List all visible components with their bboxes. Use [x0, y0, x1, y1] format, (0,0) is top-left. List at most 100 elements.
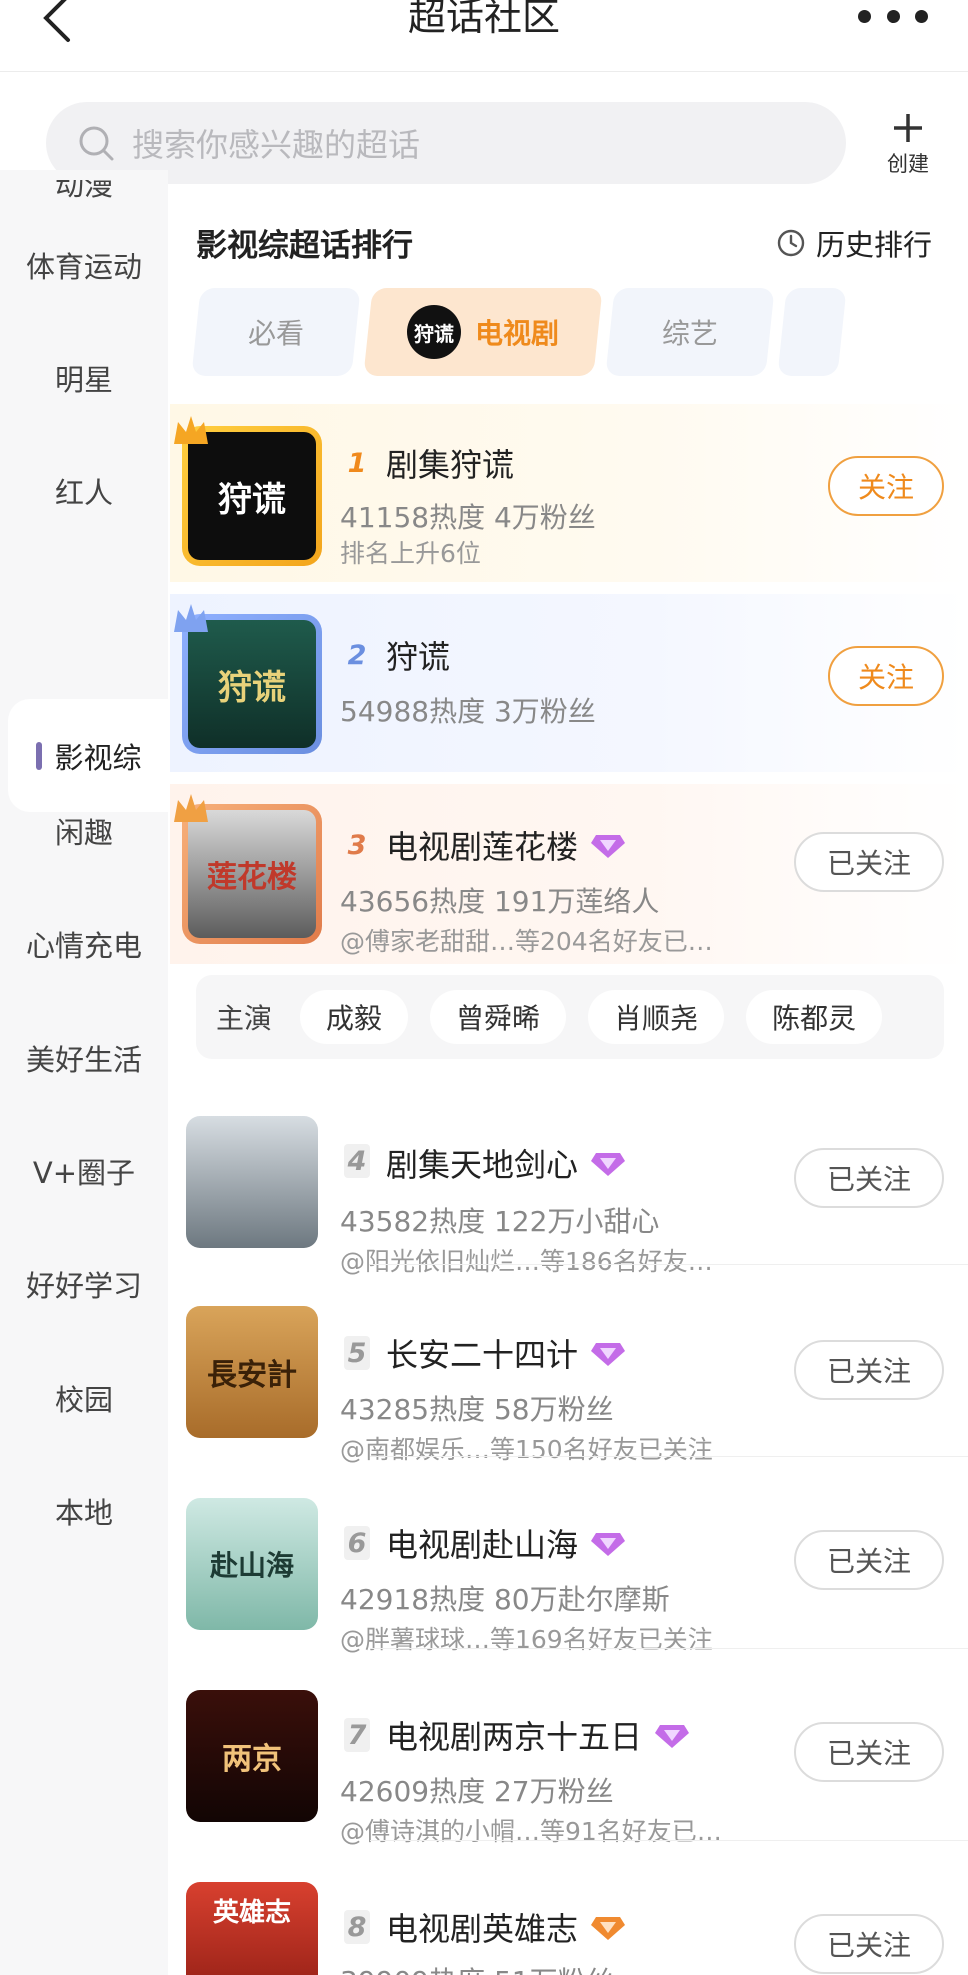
sidebar-item-mood[interactable]: 心情充电	[0, 923, 168, 965]
sidebar-item-vplus[interactable]: V+圈子	[0, 1150, 168, 1192]
sidebar-item-anime[interactable]: 动漫	[0, 180, 168, 214]
clock-icon	[777, 229, 805, 257]
create-label: 创建	[887, 152, 929, 176]
sidebar-item-study[interactable]: 好好学习	[0, 1263, 168, 1305]
sidebar-item-influencers[interactable]: 红人	[0, 470, 168, 512]
sidebar-active-wrap: 影视综	[0, 699, 170, 812]
follow-button[interactable]: 关注	[828, 646, 944, 706]
ranking-row-1[interactable]: 狩谎 1 剧集狩谎 41158热度 4万粉丝 排名上升6位 关注	[170, 404, 968, 582]
tab-more[interactable]	[777, 288, 847, 376]
topic-subtext: @阳光依旧灿烂…等186名好友…	[340, 1247, 713, 1276]
rank-number: 7	[344, 1718, 370, 1752]
active-indicator	[36, 741, 43, 770]
history-ranking-button[interactable]: 历史排行	[776, 222, 932, 264]
rank-number: 2	[347, 639, 367, 671]
cast-chip[interactable]: 陈都灵	[746, 990, 883, 1044]
topic-name: 狩谎	[386, 638, 451, 676]
ranking-panel: 影视综超话排行 历史排行 必看 狩谎 电视剧 综艺 狩谎 1 剧集狩谎 4115…	[170, 192, 968, 1975]
diamond-badge-icon	[591, 835, 626, 858]
topic-subtext: @胖薯球球…等169名好友已关注	[340, 1625, 713, 1654]
rank-number: 8	[344, 1910, 370, 1944]
follow-button[interactable]: 关注	[828, 456, 944, 516]
topic-subtext: @傅家老甜甜…等204名好友已…	[340, 927, 713, 956]
topic-name: 电视剧赴山海	[386, 1526, 579, 1564]
cover-image: 長安計	[186, 1306, 318, 1438]
cast-chip[interactable]: 曾舜晞	[430, 990, 567, 1044]
sidebar-item-leisure[interactable]: 闲趣	[0, 810, 168, 852]
crown-icon	[174, 794, 208, 822]
cast-bar: 主演 成毅 曾舜晞 肖顺尧 陈都灵	[196, 975, 944, 1059]
sidebar-item-stars[interactable]: 明星	[0, 357, 168, 399]
sidebar-item-campus[interactable]: 校园	[0, 1377, 168, 1419]
ranking-row-2[interactable]: 狩谎 2 狩谎 54988热度 3万粉丝 关注	[170, 594, 968, 772]
rank-number: 3	[347, 829, 367, 861]
diamond-badge-icon	[591, 1153, 626, 1176]
cast-label: 主演	[216, 1002, 273, 1035]
cast-chip[interactable]: 成毅	[300, 990, 409, 1044]
ranking-row-5[interactable]: 長安計 5 长安二十四计 43285热度 58万粉丝 @南都娱乐…等150名好友…	[170, 1296, 968, 1476]
diamond-badge-icon	[591, 1343, 626, 1366]
followed-button[interactable]: 已关注	[794, 832, 944, 892]
followed-button[interactable]: 已关注	[794, 1530, 944, 1590]
topic-subtext: @南都娱乐…等150名好友已关注	[340, 1435, 713, 1464]
ranking-row-7[interactable]: 两京 7 电视剧两京十五日 42609热度 27万粉丝 @傅诗淇的小帽…等91名…	[170, 1680, 968, 1860]
topic-name: 电视剧莲花楼	[386, 828, 579, 866]
crown-icon	[174, 604, 208, 632]
cover-image	[186, 1116, 318, 1248]
ranking-row-4[interactable]: 4 剧集天地剑心 43582热度 122万小甜心 @阳光依旧灿烂…等186名好友…	[170, 1104, 968, 1284]
topic-stats: 43582热度 122万小甜心	[340, 1205, 660, 1238]
sidebar-item-film-tv[interactable]: 影视综	[8, 699, 170, 812]
more-button[interactable]	[858, 4, 928, 28]
diamond-badge-icon	[655, 1725, 690, 1748]
top-bar: 超话社区	[0, 0, 968, 72]
rank-number: 4	[344, 1144, 370, 1178]
plus-icon	[894, 114, 922, 142]
diamond-badge-icon	[591, 1917, 626, 1940]
search-icon	[79, 126, 114, 161]
tab-logo: 狩谎	[406, 305, 461, 359]
sidebar-item-local[interactable]: 本地	[0, 1490, 168, 1532]
section-title: 影视综超话排行	[196, 228, 413, 264]
ranking-row-8[interactable]: 英雄志 8 电视剧英雄志 39909热度 51万粉丝 已关注	[170, 1872, 968, 1975]
topic-subtext: 排名上升6位	[340, 539, 481, 568]
topic-name: 剧集狩谎	[386, 446, 515, 484]
ranking-row-3[interactable]: 莲花楼 3 电视剧莲花楼 43656热度 191万莲络人 @傅家老甜甜…等204…	[170, 784, 968, 964]
topic-subtext: @傅诗淇的小帽…等91名好友已…	[340, 1817, 722, 1846]
tab-tv-series[interactable]: 狩谎 电视剧	[363, 288, 603, 376]
followed-button[interactable]: 已关注	[794, 1722, 944, 1782]
tab-variety[interactable]: 综艺	[605, 288, 775, 376]
sidebar-item-sports[interactable]: 体育运动	[0, 244, 168, 286]
followed-button[interactable]: 已关注	[794, 1340, 944, 1400]
topic-stats: 41158热度 4万粉丝	[340, 501, 596, 534]
cover-image: 赴山海	[186, 1498, 318, 1630]
topic-name: 电视剧英雄志	[386, 1910, 579, 1948]
sidebar-item-life[interactable]: 美好生活	[0, 1037, 168, 1079]
topic-name: 电视剧两京十五日	[386, 1718, 643, 1756]
topic-stats: 43656热度 191万莲络人	[340, 885, 660, 918]
cover-image: 英雄志	[186, 1882, 318, 1975]
rank-number: 1	[347, 447, 367, 479]
page-title: 超话社区	[407, 0, 560, 39]
cover-image: 两京	[186, 1690, 318, 1822]
topic-stats: 54988热度 3万粉丝	[340, 695, 596, 728]
rank-number: 6	[344, 1526, 370, 1560]
followed-button[interactable]: 已关注	[794, 1148, 944, 1208]
topic-stats: 43285热度 58万粉丝	[340, 1393, 614, 1426]
topic-stats: 42609热度 27万粉丝	[340, 1775, 614, 1808]
topic-stats: 39909热度 51万粉丝	[340, 1960, 614, 1975]
ranking-row-6[interactable]: 赴山海 6 电视剧赴山海 42918热度 80万赴尔摩斯 @胖薯球球…等169名…	[170, 1488, 968, 1668]
crown-icon	[174, 416, 208, 444]
topic-name: 长安二十四计	[386, 1336, 579, 1374]
topic-stats: 42918热度 80万赴尔摩斯	[340, 1583, 670, 1616]
search-placeholder: 搜索你感兴趣的超话	[132, 126, 421, 164]
diamond-badge-icon	[591, 1533, 626, 1556]
topic-name: 剧集天地剑心	[386, 1146, 579, 1184]
category-tabs: 必看 狩谎 电视剧 综艺	[191, 288, 968, 376]
cast-chip[interactable]: 肖顺尧	[588, 990, 725, 1044]
tab-must-watch[interactable]: 必看	[191, 288, 361, 376]
create-button[interactable]: 创建	[876, 110, 940, 180]
category-sidebar: 动漫 体育运动 明星 红人 读书 闲趣 心情充电 美好生活 V+圈子 好好学习 …	[0, 170, 168, 1975]
followed-button[interactable]: 已关注	[794, 1914, 944, 1974]
more-dots-icon	[858, 9, 871, 23]
rank-number: 5	[344, 1336, 370, 1370]
